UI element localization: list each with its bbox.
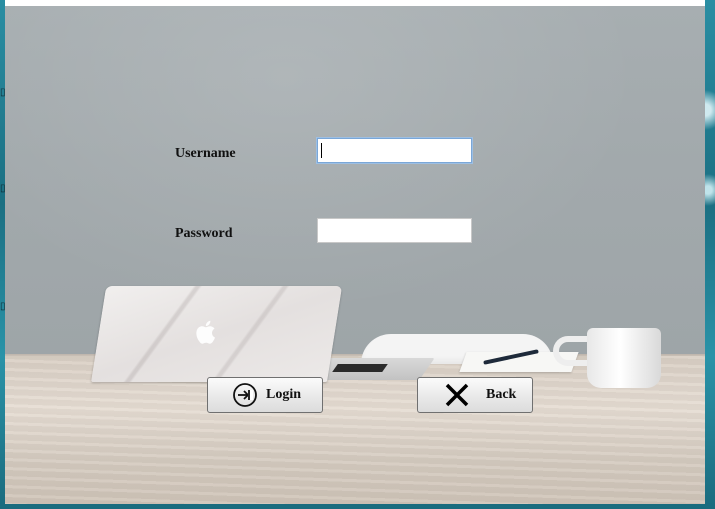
sign-in-icon	[233, 383, 257, 407]
laptop-keyboard	[332, 364, 388, 372]
password-label: Password	[175, 226, 233, 241]
login-button[interactable]: Login	[207, 377, 323, 413]
username-label: Username	[175, 146, 236, 161]
password-input[interactable]	[317, 218, 472, 243]
login-button-label: Login	[266, 387, 302, 402]
close-x-icon	[445, 383, 469, 407]
back-button-label: Back	[486, 387, 517, 402]
apple-logo-icon	[196, 320, 215, 344]
coffee-mug	[587, 328, 661, 388]
login-window: Username Password Login Back	[5, 0, 705, 504]
back-button[interactable]: Back	[417, 377, 533, 413]
username-input[interactable]	[317, 138, 472, 163]
text-cursor	[321, 143, 322, 158]
